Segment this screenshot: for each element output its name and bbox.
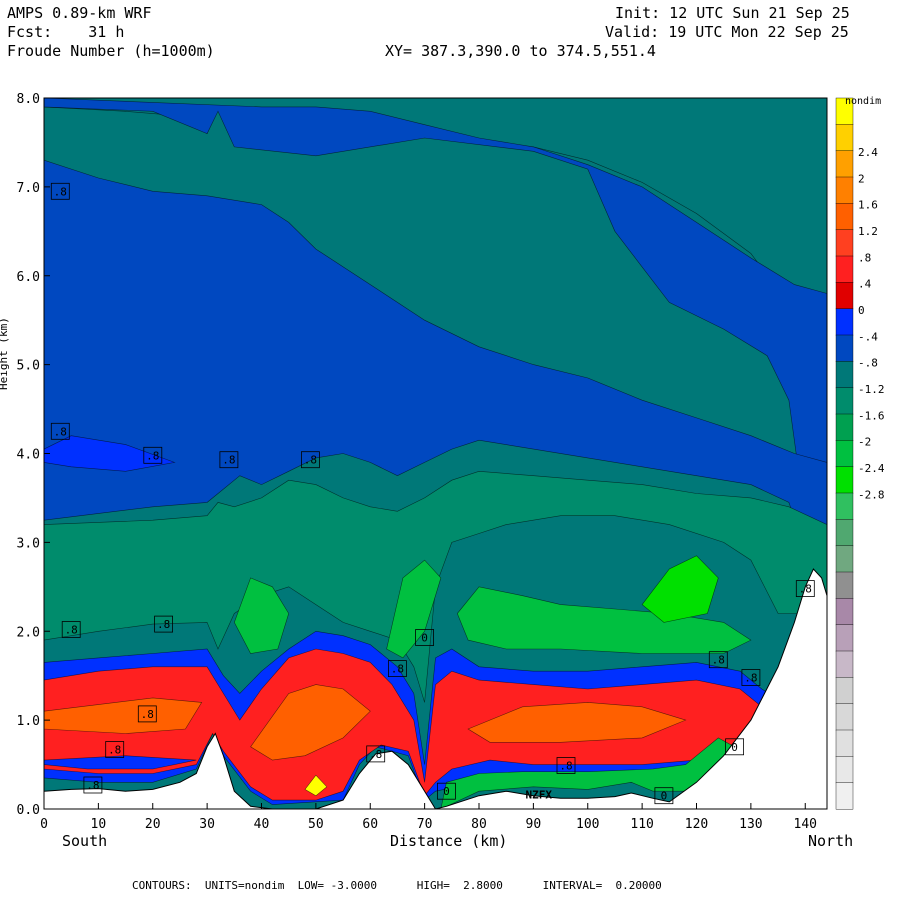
contour-label: 0 <box>731 741 738 754</box>
colorbar-swatch <box>835 466 854 494</box>
x-tick-label: 120 <box>685 817 708 832</box>
colorbar-swatch <box>835 519 854 547</box>
contour-label: .8 <box>157 618 170 631</box>
colorbar-swatch <box>835 150 854 178</box>
colorbar-tick-label: -2.8 <box>858 488 885 501</box>
contour-label: .8 <box>744 672 757 685</box>
colorbar-tick-label: -.4 <box>858 330 878 343</box>
colorbar-swatch <box>835 413 854 441</box>
contour-label: .8 <box>86 779 99 792</box>
contour-label: .8 <box>54 425 67 438</box>
colorbar-swatch <box>835 255 854 283</box>
colorbar-tick-label: .4 <box>858 278 872 291</box>
colorbar: 2.4 2 1.6 1.2 .8 .4 0 -.4 -.8 -1.2 -1.6 -2 -2.4 -2.8 <box>835 97 885 810</box>
contour-label: .8 <box>54 185 67 198</box>
x-tick-label: 70 <box>417 817 433 832</box>
contour-label: .8 <box>304 454 317 467</box>
colorbar-units: nondim <box>845 96 882 107</box>
contour-label: .8 <box>712 654 725 667</box>
colorbar-tick-label: -2.4 <box>858 462 885 475</box>
colorbar-swatch <box>835 756 854 784</box>
x-tick-label: 10 <box>91 817 107 832</box>
x-tick-label: 50 <box>308 817 324 832</box>
cross-section-chart: .8 .8 .8 .8 .8 .8 .8 0 .8 .8 .8 .8 .8 .8 .8 .8 .8 0 0 0 NZFX… <box>17 92 885 832</box>
x-tick-label: 140 <box>794 817 817 832</box>
colorbar-swatch <box>835 571 854 599</box>
contour-label: 0 <box>443 785 450 798</box>
colorbar-swatch <box>835 492 854 520</box>
x-tick-label: 100 <box>576 817 599 832</box>
x-tick-label: 110 <box>630 817 653 832</box>
colorbar-swatch <box>835 229 854 257</box>
x-tick-label: 80 <box>471 817 487 832</box>
x-tick-label: 60 <box>362 817 378 832</box>
colorbar-swatch <box>835 282 854 310</box>
colorbar-tick-label: -2 <box>858 436 871 449</box>
x-tick-label: 90 <box>526 817 542 832</box>
x-axis-label: Distance (km) <box>390 832 508 850</box>
y-axis-label: Height (km) <box>0 317 10 390</box>
colorbar-swatch <box>835 624 854 652</box>
colorbar-swatch <box>835 729 854 757</box>
x-tick-label: 40 <box>254 817 270 832</box>
colorbar-swatch <box>835 650 854 678</box>
x-tick-label: 30 <box>199 817 215 832</box>
y-tick-label: 0.0 <box>17 803 40 818</box>
x-tick-label: 130 <box>739 817 762 832</box>
contour-label: .8 <box>108 744 121 757</box>
x-tick-label: 20 <box>145 817 161 832</box>
colorbar-swatch <box>835 387 854 415</box>
y-tick-label: 3.0 <box>17 536 40 551</box>
contour-footer: CONTOURS: UNITS=nondim LOW= -3.0000 HIGH… <box>132 879 662 892</box>
y-tick-label: 8.0 <box>17 92 40 107</box>
colorbar-swatch <box>835 440 854 468</box>
contour-label: .8 <box>222 454 235 467</box>
contour-label: .8 <box>141 708 154 721</box>
colorbar-swatch <box>835 598 854 626</box>
contour-label: 0 <box>661 790 668 803</box>
colorbar-swatch <box>835 703 854 731</box>
colorbar-swatch <box>835 782 854 810</box>
colorbar-swatch <box>835 545 854 573</box>
colorbar-swatch <box>835 124 854 152</box>
colorbar-tick-label: .8 <box>858 251 871 264</box>
y-tick-label: 7.0 <box>17 181 40 196</box>
colorbar-swatch <box>835 176 854 204</box>
x-tick-label: 0 <box>40 817 48 832</box>
contour-label: .8 <box>146 449 159 462</box>
x-axis-south: South <box>62 832 108 850</box>
colorbar-swatch <box>835 334 854 362</box>
colorbar-swatch <box>835 361 854 389</box>
x-axis-north: North <box>808 832 854 850</box>
y-tick-label: 1.0 <box>17 714 40 729</box>
contour-label: .8 <box>65 624 78 637</box>
colorbar-tick-label: 0 <box>858 304 865 317</box>
y-tick-label: 4.0 <box>17 448 40 463</box>
colorbar-tick-label: -.8 <box>858 357 878 370</box>
contour-label: .8 <box>369 748 382 761</box>
colorbar-tick-label: 1.6 <box>858 199 878 212</box>
colorbar-swatch <box>835 203 854 231</box>
colorbar-swatch <box>835 677 854 705</box>
colorbar-tick-label: 2 <box>858 172 865 185</box>
contour-label: .8 <box>799 583 812 596</box>
colorbar-tick-label: 2.4 <box>858 146 878 159</box>
colorbar-tick-label: -1.6 <box>858 409 885 422</box>
colorbar-swatch <box>835 308 854 336</box>
colorbar-tick-label: -1.2 <box>858 383 885 396</box>
colorbar-tick-label: 1.2 <box>858 225 878 238</box>
station-label: NZFX <box>526 788 553 801</box>
y-tick-label: 6.0 <box>17 270 40 285</box>
y-tick-label: 2.0 <box>17 625 40 640</box>
contour-label: .8 <box>559 760 572 773</box>
contour-label: .8 <box>391 663 404 676</box>
y-tick-label: 5.0 <box>17 359 40 374</box>
contour-label: 0 <box>421 632 428 645</box>
